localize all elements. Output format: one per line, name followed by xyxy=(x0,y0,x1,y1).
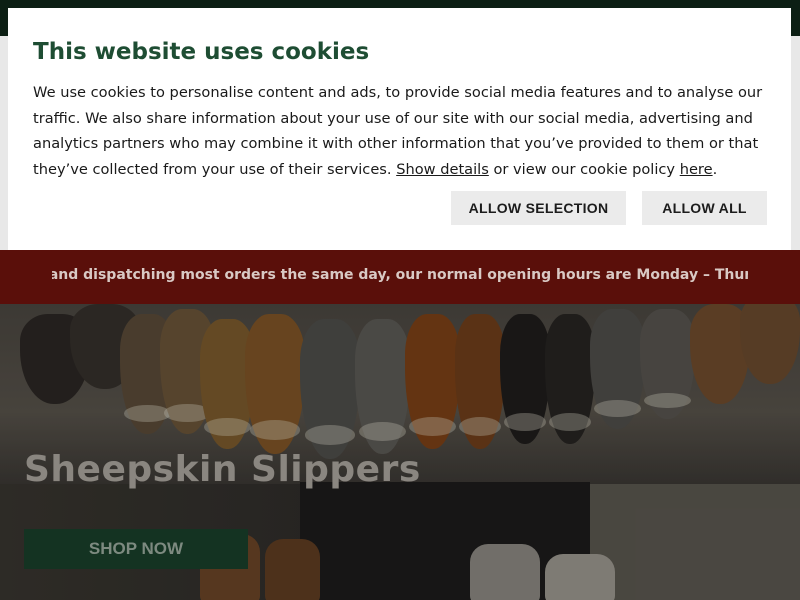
announcement-track: n and dispatching most orders the same d… xyxy=(52,250,748,304)
announcement-bar: n and dispatching most orders the same d… xyxy=(0,250,800,304)
allow-selection-button[interactable]: ALLOW SELECTION xyxy=(451,191,626,225)
allow-all-button[interactable]: ALLOW ALL xyxy=(642,191,767,225)
cookie-description: We use cookies to personalise content an… xyxy=(33,80,773,182)
hero-banner[interactable]: Sheepskin Slippers SHOP NOW xyxy=(0,304,800,600)
announcement-text: n and dispatching most orders the same d… xyxy=(52,267,748,283)
shop-now-button[interactable]: SHOP NOW xyxy=(24,529,248,569)
cookie-text-part3: . xyxy=(712,160,718,178)
cookie-consent-dialog: This website uses cookies We use cookies… xyxy=(8,8,791,250)
show-details-link[interactable]: Show details xyxy=(396,161,489,178)
hero-title: Sheepskin Slippers xyxy=(24,449,421,490)
cookie-title: This website uses cookies xyxy=(33,39,370,65)
cookie-text-part2: or view our cookie policy xyxy=(488,160,680,178)
cookie-policy-link[interactable]: here xyxy=(680,161,713,178)
